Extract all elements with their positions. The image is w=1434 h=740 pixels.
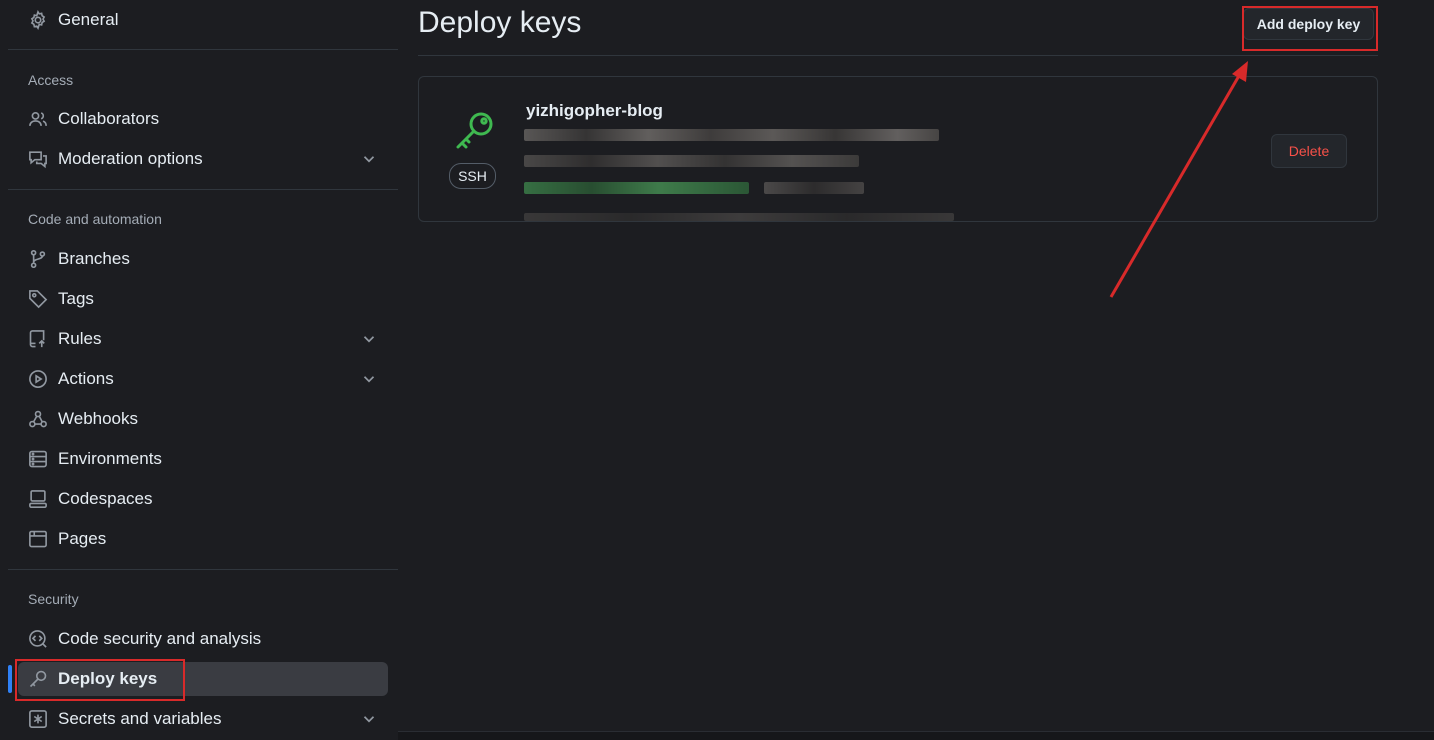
redacted-details: [524, 155, 859, 167]
sidebar-item-collaborators[interactable]: Collaborators: [18, 102, 388, 136]
sidebar-item-label: General: [58, 10, 119, 29]
sidebar-item-pages[interactable]: Pages: [18, 522, 388, 556]
asterisk-box-icon: [28, 709, 48, 729]
sidebar-item-label: Collaborators: [58, 109, 160, 128]
sidebar-item-actions[interactable]: Actions: [18, 362, 388, 396]
webhook-icon: [28, 409, 48, 429]
browser-icon: [28, 529, 48, 549]
deploy-key-card: SSH yizhigopher-blog Delete: [418, 76, 1378, 222]
sidebar-item-webhooks[interactable]: Webhooks: [18, 402, 388, 436]
sidebar-item-moderation[interactable]: Moderation options: [18, 142, 388, 176]
sidebar-item-label: Code security and analysis: [58, 629, 262, 648]
sidebar-item-tags[interactable]: Tags: [18, 282, 388, 316]
codescan-icon: [28, 629, 48, 649]
sidebar-item-secrets[interactable]: Secrets and variables: [18, 702, 388, 736]
key-icon: [456, 112, 493, 149]
sidebar-item-label: Branches: [58, 249, 130, 268]
active-indicator: [8, 665, 12, 693]
divider: [8, 569, 398, 570]
ssh-badge: SSH: [449, 163, 496, 189]
sidebar-item-label: Actions: [58, 369, 114, 388]
section-title-access: Access: [28, 72, 74, 88]
sidebar-item-code-security[interactable]: Code security and analysis: [18, 622, 388, 656]
section-title-security: Security: [28, 591, 79, 607]
redacted-fingerprint: [524, 129, 939, 141]
sidebar: General Access Collaborators Moderation …: [8, 0, 398, 739]
chevron-down-icon[interactable]: [360, 370, 378, 388]
sidebar-item-branches[interactable]: Branches: [18, 242, 388, 276]
comment-discussion-icon: [28, 149, 48, 169]
page-title: Deploy keys: [418, 6, 582, 39]
annotation-highlight-deploy-keys: [15, 659, 185, 701]
sidebar-item-label: Secrets and variables: [58, 709, 222, 728]
play-icon: [28, 369, 48, 389]
server-icon: [28, 449, 48, 469]
sidebar-item-label: Rules: [58, 329, 102, 348]
divider: [8, 189, 398, 190]
annotation-highlight-add-button: [1242, 6, 1378, 51]
sidebar-item-rules[interactable]: Rules: [18, 322, 388, 356]
redacted-meta: [764, 182, 864, 194]
chevron-down-icon[interactable]: [360, 150, 378, 168]
sidebar-item-label: Codespaces: [58, 489, 153, 508]
section-title-code-automation: Code and automation: [28, 211, 162, 227]
deploy-key-name: yizhigopher-blog: [526, 101, 663, 120]
sidebar-item-label: Environments: [58, 449, 162, 468]
gear-icon: [28, 10, 48, 30]
sidebar-item-codespaces[interactable]: Codespaces: [18, 482, 388, 516]
git-branch-icon: [28, 249, 48, 269]
sidebar-item-label: Moderation options: [58, 149, 203, 168]
repo-push-icon: [28, 329, 48, 349]
tag-icon: [28, 289, 48, 309]
sidebar-item-label: Pages: [58, 529, 107, 548]
sidebar-item-label: Tags: [58, 289, 94, 308]
divider: [418, 55, 1378, 56]
people-icon: [28, 109, 48, 129]
sidebar-item-general[interactable]: General: [18, 3, 388, 37]
sidebar-item-environments[interactable]: Environments: [18, 442, 388, 476]
sidebar-item-label: Webhooks: [58, 409, 139, 428]
chevron-down-icon[interactable]: [360, 710, 378, 728]
chevron-down-icon[interactable]: [360, 330, 378, 348]
codespaces-icon: [28, 489, 48, 509]
redacted-last-used: [524, 213, 954, 221]
redacted-access-badge: [524, 182, 749, 194]
divider: [8, 49, 398, 50]
delete-button[interactable]: Delete: [1271, 134, 1347, 168]
